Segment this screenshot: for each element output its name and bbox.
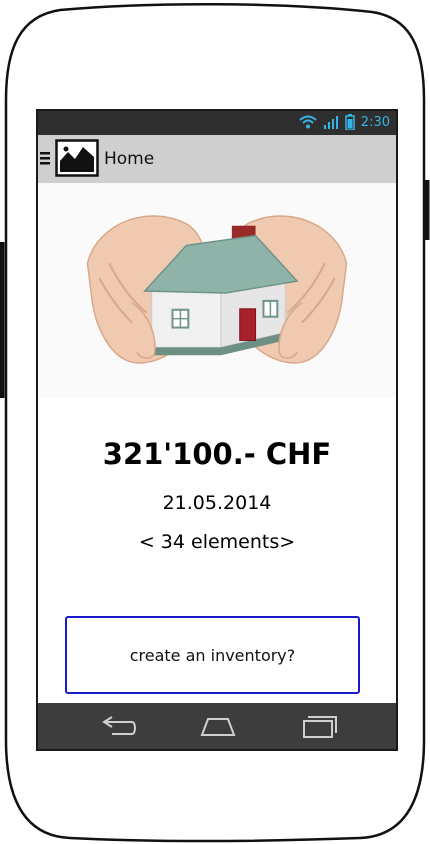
inventory-date: 21.05.2014 <box>162 492 272 514</box>
house-in-hands-image <box>38 183 396 397</box>
phone-screen: 2:30 Home 321'100.- CHF 21.05.2014 < 34 … <box>36 109 398 751</box>
page-title: Home <box>104 149 155 169</box>
create-inventory-label: create an inventory? <box>129 645 296 665</box>
home-icon[interactable] <box>198 713 238 739</box>
status-icons: 2:30 <box>299 114 390 130</box>
recent-apps-icon[interactable] <box>300 713 340 739</box>
signal-icon <box>323 115 339 129</box>
menu-icon[interactable] <box>40 151 50 165</box>
app-bar: Home <box>38 135 396 183</box>
elements-count-link[interactable]: < 34 elements> <box>38 531 396 553</box>
status-time: 2:30 <box>360 114 390 130</box>
wifi-icon <box>299 115 317 129</box>
back-icon[interactable] <box>98 713 138 739</box>
image-placeholder-icon[interactable] <box>55 139 99 177</box>
create-inventory-button[interactable]: create an inventory? <box>65 616 360 694</box>
status-bar: 2:30 <box>38 111 396 135</box>
total-amount: 321'100.- CHF <box>102 437 332 471</box>
system-nav-bar <box>38 703 396 749</box>
battery-icon <box>345 114 355 130</box>
